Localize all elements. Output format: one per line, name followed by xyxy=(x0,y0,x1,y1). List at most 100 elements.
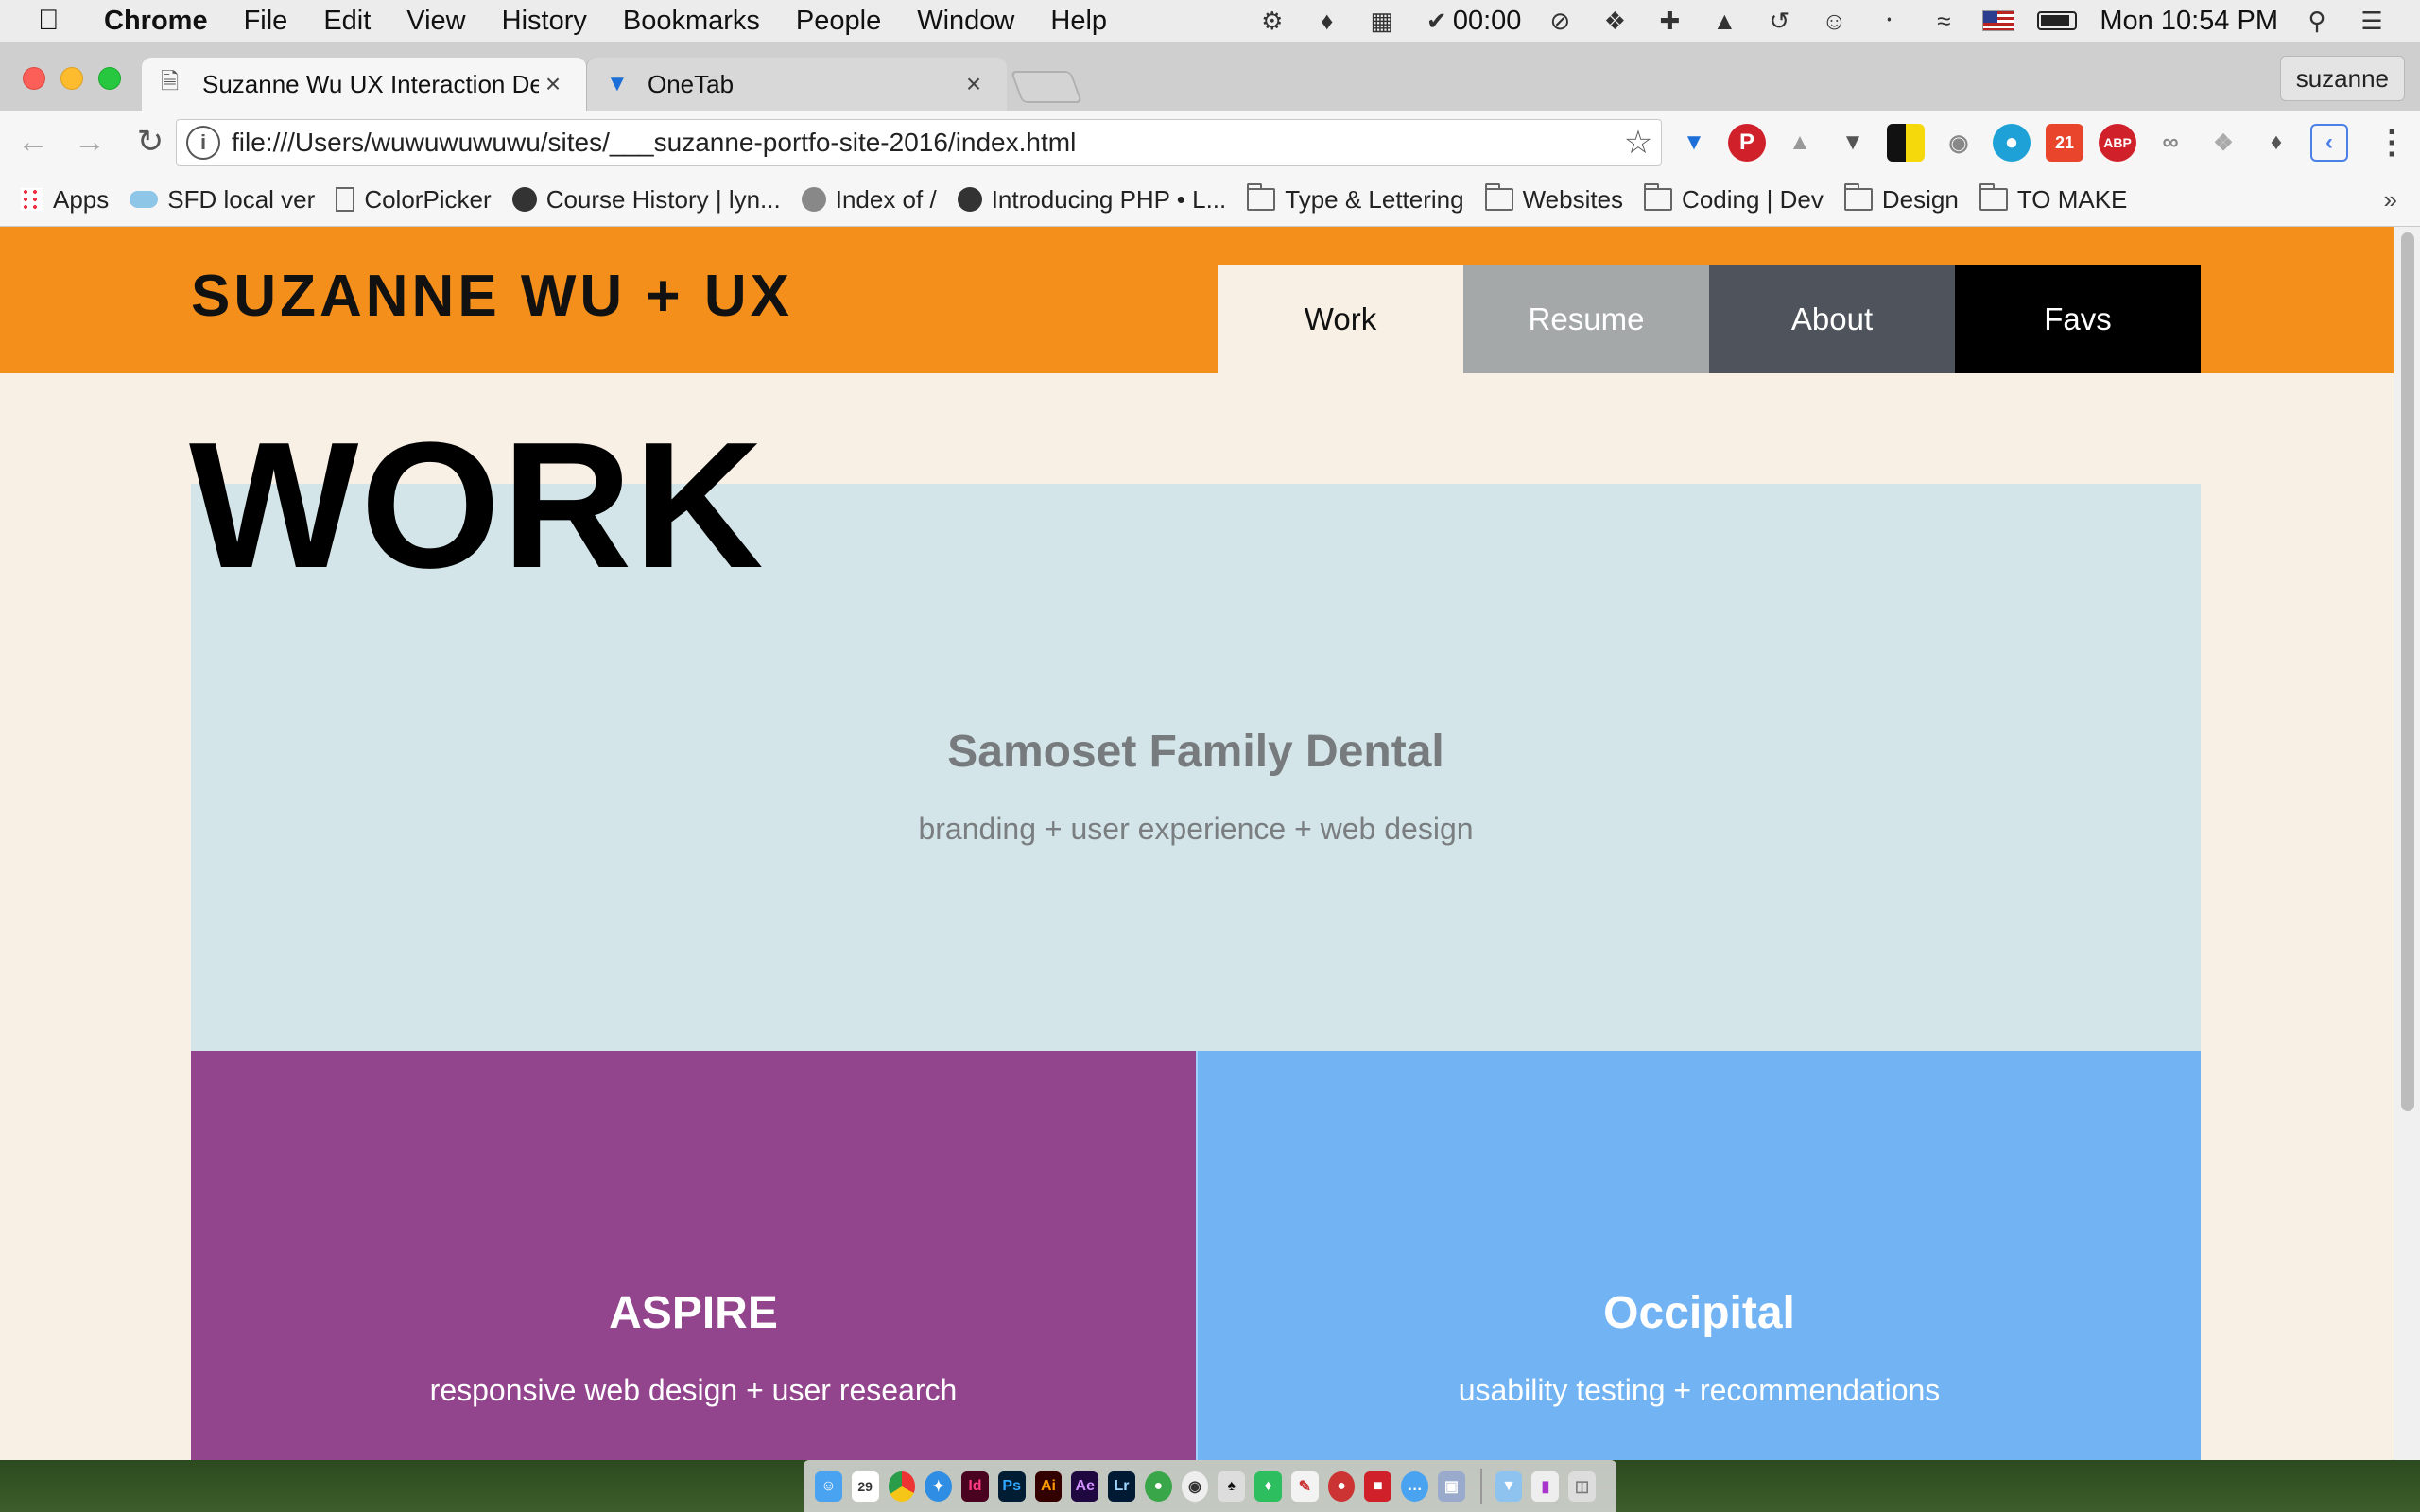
input-source-flag-icon[interactable] xyxy=(1982,10,2015,31)
illustrator-icon[interactable]: Ai xyxy=(1034,1470,1063,1502)
accessibility-icon[interactable]: ☺ xyxy=(1818,5,1850,37)
tab-portfolio[interactable]: 🗎 Suzanne Wu UX Interaction De × xyxy=(142,58,586,111)
menu-edit[interactable]: Edit xyxy=(323,6,371,37)
downloads-folder-icon[interactable]: ▼ xyxy=(1495,1470,1523,1502)
bookmark-course-history[interactable]: Course History | lyn... xyxy=(511,185,781,215)
fullscreen-window-button[interactable] xyxy=(98,67,121,90)
broom-icon[interactable]: ⚙ xyxy=(1256,5,1288,37)
new-tab-button[interactable] xyxy=(1010,71,1083,103)
minimize-window-button[interactable] xyxy=(60,67,83,90)
nav-about[interactable]: About xyxy=(1709,265,1955,373)
menu-history[interactable]: History xyxy=(502,6,587,37)
github-icon[interactable]: ◉ xyxy=(1181,1470,1209,1502)
chrome-menu-icon[interactable]: ⋮ xyxy=(2373,124,2411,162)
notification-center-icon[interactable]: ☰ xyxy=(2356,5,2388,37)
menu-people[interactable]: People xyxy=(796,6,881,37)
reload-icon[interactable]: ↻ xyxy=(127,123,174,161)
menu-window[interactable]: Window xyxy=(917,6,1014,37)
bookmark-colorpicker[interactable]: ColorPicker xyxy=(336,185,492,215)
bookmark-php[interactable]: Introducing PHP • L... xyxy=(957,185,1226,215)
pinterest-extension-icon[interactable]: P xyxy=(1728,124,1766,162)
highlighter-extension-icon[interactable] xyxy=(1887,124,1925,162)
evernote-extension-icon[interactable]: ♦ xyxy=(2257,124,2295,162)
nav-work[interactable]: Work xyxy=(1218,265,1463,373)
bookmark-apps[interactable]: Apps xyxy=(21,185,109,215)
project-card-aspire[interactable]: ASPIRE responsive web design + user rese… xyxy=(191,1051,1196,1460)
tab-onetab[interactable]: ▼ OneTab × xyxy=(586,58,1007,111)
scrollbar-thumb[interactable] xyxy=(2401,232,2414,1111)
spotlight-search-icon[interactable]: ⚲ xyxy=(2301,5,2333,37)
menu-help[interactable]: Help xyxy=(1050,6,1107,37)
link-extension-icon[interactable]: ∞ xyxy=(2152,124,2189,162)
info-icon[interactable]: i xyxy=(186,126,220,160)
nav-favs[interactable]: Favs xyxy=(1955,265,2201,373)
dropbox-icon[interactable]: ❖ xyxy=(1599,5,1631,37)
spades-icon[interactable]: ♠ xyxy=(1218,1470,1246,1502)
evernote-dock-icon[interactable]: ♦ xyxy=(1254,1470,1282,1502)
documents-folder-icon[interactable]: ▮ xyxy=(1531,1470,1560,1502)
battery-icon[interactable] xyxy=(2037,11,2078,30)
lightroom-icon[interactable]: Lr xyxy=(1108,1470,1135,1502)
close-tab-icon[interactable]: × xyxy=(959,69,988,99)
drive-extension-icon[interactable]: ▲ xyxy=(1781,124,1819,162)
trash-icon[interactable]: ◫ xyxy=(1568,1470,1596,1502)
profile-button[interactable]: suzanne xyxy=(2279,56,2405,101)
bookmark-folder-design[interactable]: Design xyxy=(1843,183,1959,215)
pocket-extension-icon[interactable]: ▼ xyxy=(1834,124,1872,162)
notes-icon[interactable]: ✎ xyxy=(1290,1470,1319,1502)
bookmark-sfd[interactable]: SFD local ver xyxy=(130,185,315,215)
bookmark-folder-type[interactable]: Type & Lettering xyxy=(1247,183,1464,215)
page-scrollbar[interactable] xyxy=(2394,227,2420,1460)
menu-view[interactable]: View xyxy=(406,6,465,37)
bluetooth-icon[interactable]: ᛫ xyxy=(1873,5,1905,37)
pdf-icon[interactable]: ■ xyxy=(1364,1470,1392,1502)
address-bar[interactable]: i file:///Users/wuwuwuwuwu/sites/___suza… xyxy=(176,119,1662,166)
indesign-icon[interactable]: Id xyxy=(961,1470,989,1502)
tab-extension-icon[interactable]: ‹ xyxy=(2310,124,2348,162)
eye-extension-icon[interactable]: ● xyxy=(1993,124,2031,162)
bookmark-folder-tomake[interactable]: TO MAKE xyxy=(1979,183,2127,215)
app-store-icon[interactable]: ● xyxy=(1144,1470,1172,1502)
google-drive-icon[interactable]: ▲ xyxy=(1708,5,1740,37)
url-text[interactable]: file:///Users/wuwuwuwuwu/sites/___suzann… xyxy=(232,128,1616,158)
plus-icon[interactable]: ✚ xyxy=(1653,5,1685,37)
bookmark-folder-websites[interactable]: Websites xyxy=(1484,183,1623,215)
calendar-extension-icon[interactable]: 21 xyxy=(2046,124,2083,162)
chrome-window: 🗎 Suzanne Wu UX Interaction De × ▼ OneTa… xyxy=(0,43,2420,227)
qr-icon[interactable]: ▦ xyxy=(1366,5,1398,37)
finder-icon[interactable]: ☺ xyxy=(815,1470,842,1502)
evernote-icon[interactable]: ♦ xyxy=(1311,5,1343,37)
close-tab-icon[interactable]: × xyxy=(539,69,567,99)
project-card-occipital[interactable]: Occipital usability testing + recommenda… xyxy=(1196,1051,2201,1460)
menu-app-name[interactable]: Chrome xyxy=(104,6,208,37)
timer-status[interactable]: ✔ 00:00 xyxy=(1421,5,1521,37)
record-icon[interactable]: ● xyxy=(1327,1470,1356,1502)
bookmark-folder-coding[interactable]: Coding | Dev xyxy=(1644,183,1824,215)
safari-icon[interactable]: ✦ xyxy=(925,1470,953,1502)
nav-resume[interactable]: Resume xyxy=(1463,265,1709,373)
bookmark-index[interactable]: Index of / xyxy=(801,185,937,215)
forward-arrow-icon[interactable]: → xyxy=(66,124,113,161)
bookmarks-overflow-button[interactable]: » xyxy=(2384,185,2397,215)
back-arrow-icon[interactable]: ← xyxy=(9,124,57,161)
calendar-icon[interactable]: 29 xyxy=(851,1470,879,1502)
sync-circle-icon[interactable]: ⊘ xyxy=(1544,5,1576,37)
apple-menu-icon[interactable]:  xyxy=(38,5,76,37)
time-machine-icon[interactable]: ↺ xyxy=(1763,5,1795,37)
onetab-extension-icon[interactable]: ▼ xyxy=(1675,124,1713,162)
close-window-button[interactable] xyxy=(23,67,45,90)
after-effects-icon[interactable]: Ae xyxy=(1071,1470,1099,1502)
menu-file[interactable]: File xyxy=(244,6,288,37)
messages-icon[interactable]: … xyxy=(1401,1470,1429,1502)
wifi-icon[interactable]: ≈ xyxy=(1927,5,1960,37)
clock[interactable]: Mon 10:54 PM xyxy=(2100,6,2278,37)
dropbox-extension-icon[interactable]: ❖ xyxy=(2204,124,2242,162)
adblock-extension-icon[interactable]: ABP xyxy=(2099,124,2136,162)
chrome-icon[interactable] xyxy=(888,1470,916,1502)
preview-icon[interactable]: ▣ xyxy=(1438,1470,1465,1502)
bookmark-star-icon[interactable]: ☆ xyxy=(1616,124,1661,162)
menu-bookmarks[interactable]: Bookmarks xyxy=(623,6,760,37)
camera-extension-icon[interactable]: ◉ xyxy=(1940,124,1978,162)
photoshop-icon[interactable]: Ps xyxy=(997,1470,1026,1502)
site-logo[interactable]: SUZANNE WU + UX xyxy=(191,263,793,330)
